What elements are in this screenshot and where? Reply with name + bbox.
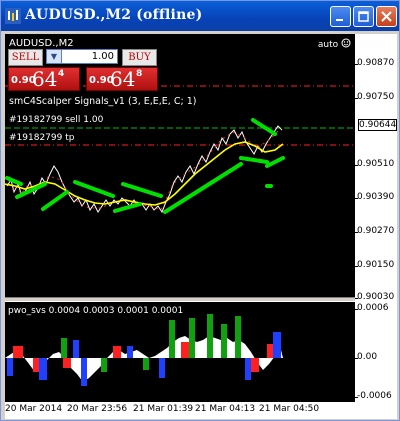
price-tick: 0.90870: [354, 58, 395, 68]
current-price-label: 0.90644: [358, 119, 397, 131]
indicator-label: smC4Scalper Signals_v1 (3, E,E,E, C; 1): [9, 96, 197, 107]
buy-quote[interactable]: 0.90 64 8: [86, 67, 158, 91]
sell-button[interactable]: SELL: [8, 49, 43, 66]
close-icon: [381, 11, 392, 22]
price-tick: 0.90390: [354, 192, 395, 202]
lot-size-input[interactable]: ▼ 1.00: [46, 49, 118, 64]
maximize-icon: [358, 11, 369, 22]
sell-quote-pip: 4: [58, 69, 65, 79]
time-axis[interactable]: 20 Mar 2014 20 Mar 23:56 21 Mar 01:39 21…: [5, 402, 397, 419]
price-chart[interactable]: AUDUSD.,M2 auto SELL ▼ 1.00 BUY 0.90 64 …: [5, 34, 355, 297]
sell-quote[interactable]: 0.90 64 4: [8, 67, 80, 91]
maximize-button[interactable]: [353, 6, 374, 27]
time-tick: 21 Mar 04:50: [259, 404, 320, 414]
sell-quote-big: 64: [32, 67, 58, 91]
price-tick: 0.90270: [354, 226, 395, 236]
price-tick: 0.90030: [354, 292, 395, 302]
lot-size-value: 1.00: [91, 51, 114, 62]
buy-button[interactable]: BUY: [122, 49, 157, 66]
close-button[interactable]: [376, 6, 397, 27]
time-tick: 21 Mar 01:39: [133, 404, 194, 414]
terminal-window: AUDUSD.,M2 (offline) AUDUSD.,M2 auto SEL…: [0, 0, 400, 421]
auto-text: auto: [317, 40, 339, 50]
chart-app-icon: [5, 8, 21, 24]
time-tick: 21 Mar 04:13: [195, 404, 256, 414]
order-sell-label: #19182799 sell 1.00: [9, 115, 104, 125]
sub-tick: 0.0006: [355, 303, 389, 313]
sub-tick: -0.0006: [355, 391, 392, 401]
lot-dropdown-icon[interactable]: ▼: [47, 50, 62, 63]
buy-quote-pip: 8: [136, 69, 143, 79]
one-click-trading-panel: SELL ▼ 1.00 BUY 0.90 64 4 0.90 64 8: [8, 47, 158, 91]
oscillator-subwindow[interactable]: pwo_svs 0.0004 0.0003 0.0001 0.0001: [5, 302, 355, 402]
sub-tick: 0.00: [354, 352, 378, 362]
oscillator-canvas: [5, 314, 283, 386]
buy-quote-big: 64: [110, 67, 136, 91]
price-tick: 0.90750: [354, 92, 395, 102]
moving-average-line: [5, 141, 284, 206]
time-tick: 20 Mar 23:56: [67, 404, 128, 414]
time-tick: 20 Mar 2014: [5, 404, 63, 414]
window-title: AUDUSD.,M2 (offline): [25, 7, 203, 23]
subwindow-label: pwo_svs 0.0004 0.0003 0.0001 0.0001: [8, 306, 184, 316]
order-tp-label: #19182799 tp: [9, 133, 75, 143]
autoscroll-label[interactable]: auto: [318, 38, 351, 50]
price-tick: 0.90510: [354, 159, 395, 169]
price-axis[interactable]: 0.90870 0.90750 0.90510 0.90390 0.90270 …: [354, 34, 397, 404]
smiley-icon: [341, 38, 351, 48]
minimize-icon: [336, 19, 343, 21]
price-tick: 0.90150: [354, 260, 395, 270]
minimize-button[interactable]: [330, 6, 351, 27]
title-bar[interactable]: AUDUSD.,M2 (offline): [1, 1, 399, 31]
